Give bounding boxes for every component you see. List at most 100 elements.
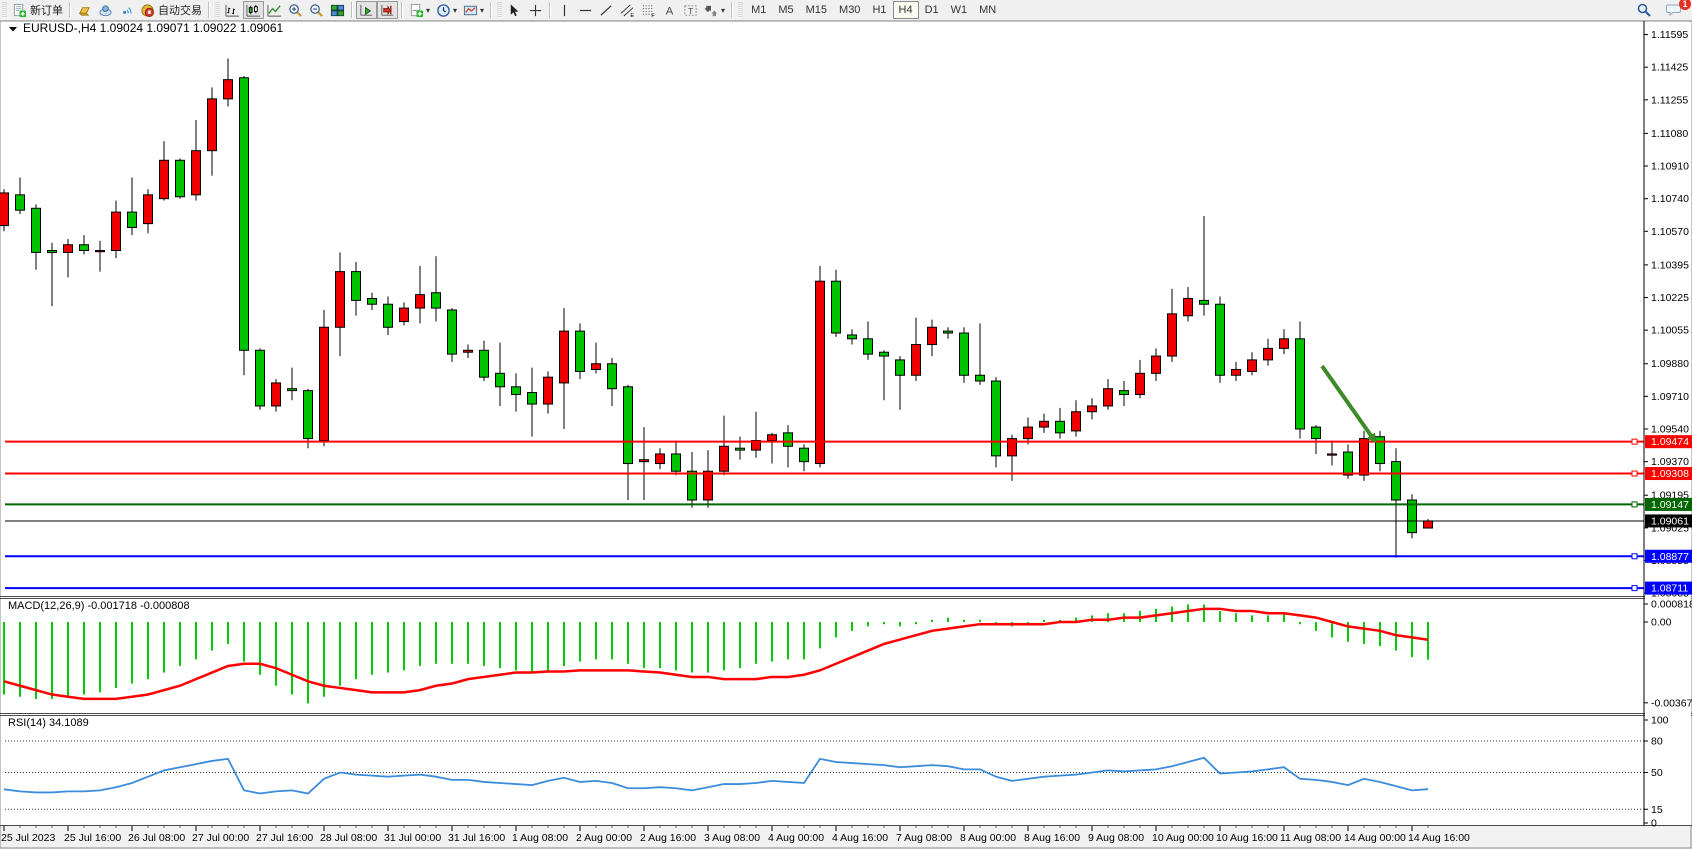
candle-bear[interactable] bbox=[448, 310, 457, 354]
level-line-handle[interactable] bbox=[1632, 439, 1637, 444]
candle-bear[interactable] bbox=[80, 245, 89, 251]
candle-bull[interactable] bbox=[1024, 427, 1033, 439]
candle-bull[interactable] bbox=[1152, 356, 1161, 373]
candle-bear[interactable] bbox=[512, 387, 521, 395]
candle-bear[interactable] bbox=[880, 352, 889, 356]
candle-bear[interactable] bbox=[528, 393, 537, 405]
candle-bear[interactable] bbox=[576, 331, 585, 371]
candle-bull[interactable] bbox=[400, 308, 409, 321]
candle-bear[interactable] bbox=[368, 298, 377, 304]
candle-bull[interactable] bbox=[144, 195, 153, 224]
candle-bear[interactable] bbox=[1296, 339, 1305, 429]
candle-bear[interactable] bbox=[128, 212, 137, 227]
candle-bull[interactable] bbox=[928, 327, 937, 344]
candle-bull[interactable] bbox=[544, 377, 553, 404]
candle-bull[interactable] bbox=[192, 151, 201, 195]
candle-bear[interactable] bbox=[256, 350, 265, 406]
indicators-button[interactable]: ▾ bbox=[406, 1, 433, 19]
arrows-button[interactable]: ▾ bbox=[701, 1, 728, 19]
candle-bear[interactable] bbox=[384, 304, 393, 327]
candle-bull[interactable] bbox=[720, 446, 729, 471]
candle-bear[interactable] bbox=[1344, 452, 1353, 475]
community-button[interactable] bbox=[95, 1, 116, 19]
candle-bear[interactable] bbox=[176, 160, 185, 196]
candle-bear[interactable] bbox=[848, 335, 857, 339]
candle-bull[interactable] bbox=[1040, 421, 1049, 427]
candle-bull[interactable] bbox=[112, 212, 121, 250]
candle-bull[interactable] bbox=[1424, 521, 1433, 528]
candle-bear[interactable] bbox=[1392, 462, 1401, 500]
candle-bull[interactable] bbox=[1184, 298, 1193, 315]
templates-button[interactable]: ▾ bbox=[460, 1, 487, 19]
bar-chart-button[interactable] bbox=[222, 1, 243, 19]
tab-timeframe-d1[interactable]: D1 bbox=[919, 1, 945, 19]
candle-bear[interactable] bbox=[784, 433, 793, 446]
tab-timeframe-m30[interactable]: M30 bbox=[833, 1, 866, 19]
level-line-handle[interactable] bbox=[1632, 502, 1637, 507]
candle-bear[interactable] bbox=[864, 339, 873, 354]
line-chart-button[interactable] bbox=[264, 1, 285, 19]
crosshair-button[interactable] bbox=[525, 1, 546, 19]
candle-bear[interactable] bbox=[1216, 304, 1225, 375]
candle-bull[interactable] bbox=[1072, 412, 1081, 431]
gold-bar-button[interactable] bbox=[74, 1, 95, 19]
zoom-out-button[interactable] bbox=[306, 1, 327, 19]
candle-bull[interactable] bbox=[1104, 389, 1113, 406]
candle-bull[interactable] bbox=[336, 272, 345, 328]
channel-button[interactable]: E bbox=[617, 1, 638, 19]
candle-bull[interactable] bbox=[1248, 360, 1257, 372]
candle-bear[interactable] bbox=[832, 281, 841, 333]
level-line-handle[interactable] bbox=[1632, 471, 1637, 476]
candle-bear[interactable] bbox=[432, 293, 441, 308]
candle-bear[interactable] bbox=[608, 364, 617, 389]
chevron-down-icon[interactable]: ▾ bbox=[721, 6, 725, 15]
candle-bear[interactable] bbox=[800, 448, 809, 461]
fibonacci-button[interactable]: F bbox=[638, 1, 659, 19]
candle-bull[interactable] bbox=[1280, 339, 1289, 349]
candle-bear[interactable] bbox=[288, 389, 297, 391]
chevron-down-icon[interactable]: ▾ bbox=[453, 6, 457, 15]
tab-timeframe-h1[interactable]: H1 bbox=[866, 1, 892, 19]
candle-bear[interactable] bbox=[960, 333, 969, 375]
candle-bear[interactable] bbox=[624, 387, 633, 464]
candle-bull[interactable] bbox=[592, 364, 601, 370]
vertical-line-button[interactable] bbox=[554, 1, 575, 19]
auto-scroll-button[interactable] bbox=[356, 1, 377, 19]
tab-timeframe-w1[interactable]: W1 bbox=[945, 1, 974, 19]
new-order-button[interactable]: 新订单 bbox=[9, 1, 66, 19]
periods-button[interactable]: ▾ bbox=[433, 1, 460, 19]
text-button[interactable]: A bbox=[659, 1, 680, 19]
candle-bear[interactable] bbox=[1120, 391, 1129, 395]
candle-bull[interactable] bbox=[1360, 439, 1369, 475]
candle-bull[interactable] bbox=[464, 350, 473, 352]
zoom-in-button[interactable] bbox=[285, 1, 306, 19]
candle-bear[interactable] bbox=[240, 78, 249, 351]
candle-bear[interactable] bbox=[672, 454, 681, 471]
tab-timeframe-m5[interactable]: M5 bbox=[772, 1, 799, 19]
candle-bull[interactable] bbox=[1328, 454, 1337, 455]
candle-bear[interactable] bbox=[16, 195, 25, 210]
candle-bull[interactable] bbox=[1232, 369, 1241, 375]
trendline-button[interactable] bbox=[596, 1, 617, 19]
candle-bull[interactable] bbox=[1088, 406, 1097, 412]
candle-bull[interactable] bbox=[912, 345, 921, 376]
horizontal-line-button[interactable] bbox=[575, 1, 596, 19]
candle-bull[interactable] bbox=[1168, 314, 1177, 356]
tab-timeframe-mn[interactable]: MN bbox=[973, 1, 1002, 19]
candle-bull[interactable] bbox=[272, 383, 281, 406]
candle-bear[interactable] bbox=[736, 448, 745, 450]
candle-bull[interactable] bbox=[560, 331, 569, 383]
candle-bear[interactable] bbox=[48, 250, 57, 252]
candle-bear[interactable] bbox=[1312, 427, 1321, 439]
candle-bear[interactable] bbox=[32, 208, 41, 252]
notifications-button[interactable]: 1 bbox=[1663, 1, 1686, 19]
candle-bear[interactable] bbox=[688, 471, 697, 500]
toolbar-grip[interactable] bbox=[2, 2, 7, 18]
candle-bull[interactable] bbox=[640, 460, 649, 462]
candle-bull[interactable] bbox=[160, 160, 169, 198]
candle-bear[interactable] bbox=[896, 360, 905, 375]
chevron-down-icon[interactable]: ▾ bbox=[480, 6, 484, 15]
candle-bull[interactable] bbox=[0, 193, 9, 226]
autotrade-button[interactable]: 自动交易 bbox=[137, 1, 205, 19]
candle-bull[interactable] bbox=[656, 454, 665, 464]
